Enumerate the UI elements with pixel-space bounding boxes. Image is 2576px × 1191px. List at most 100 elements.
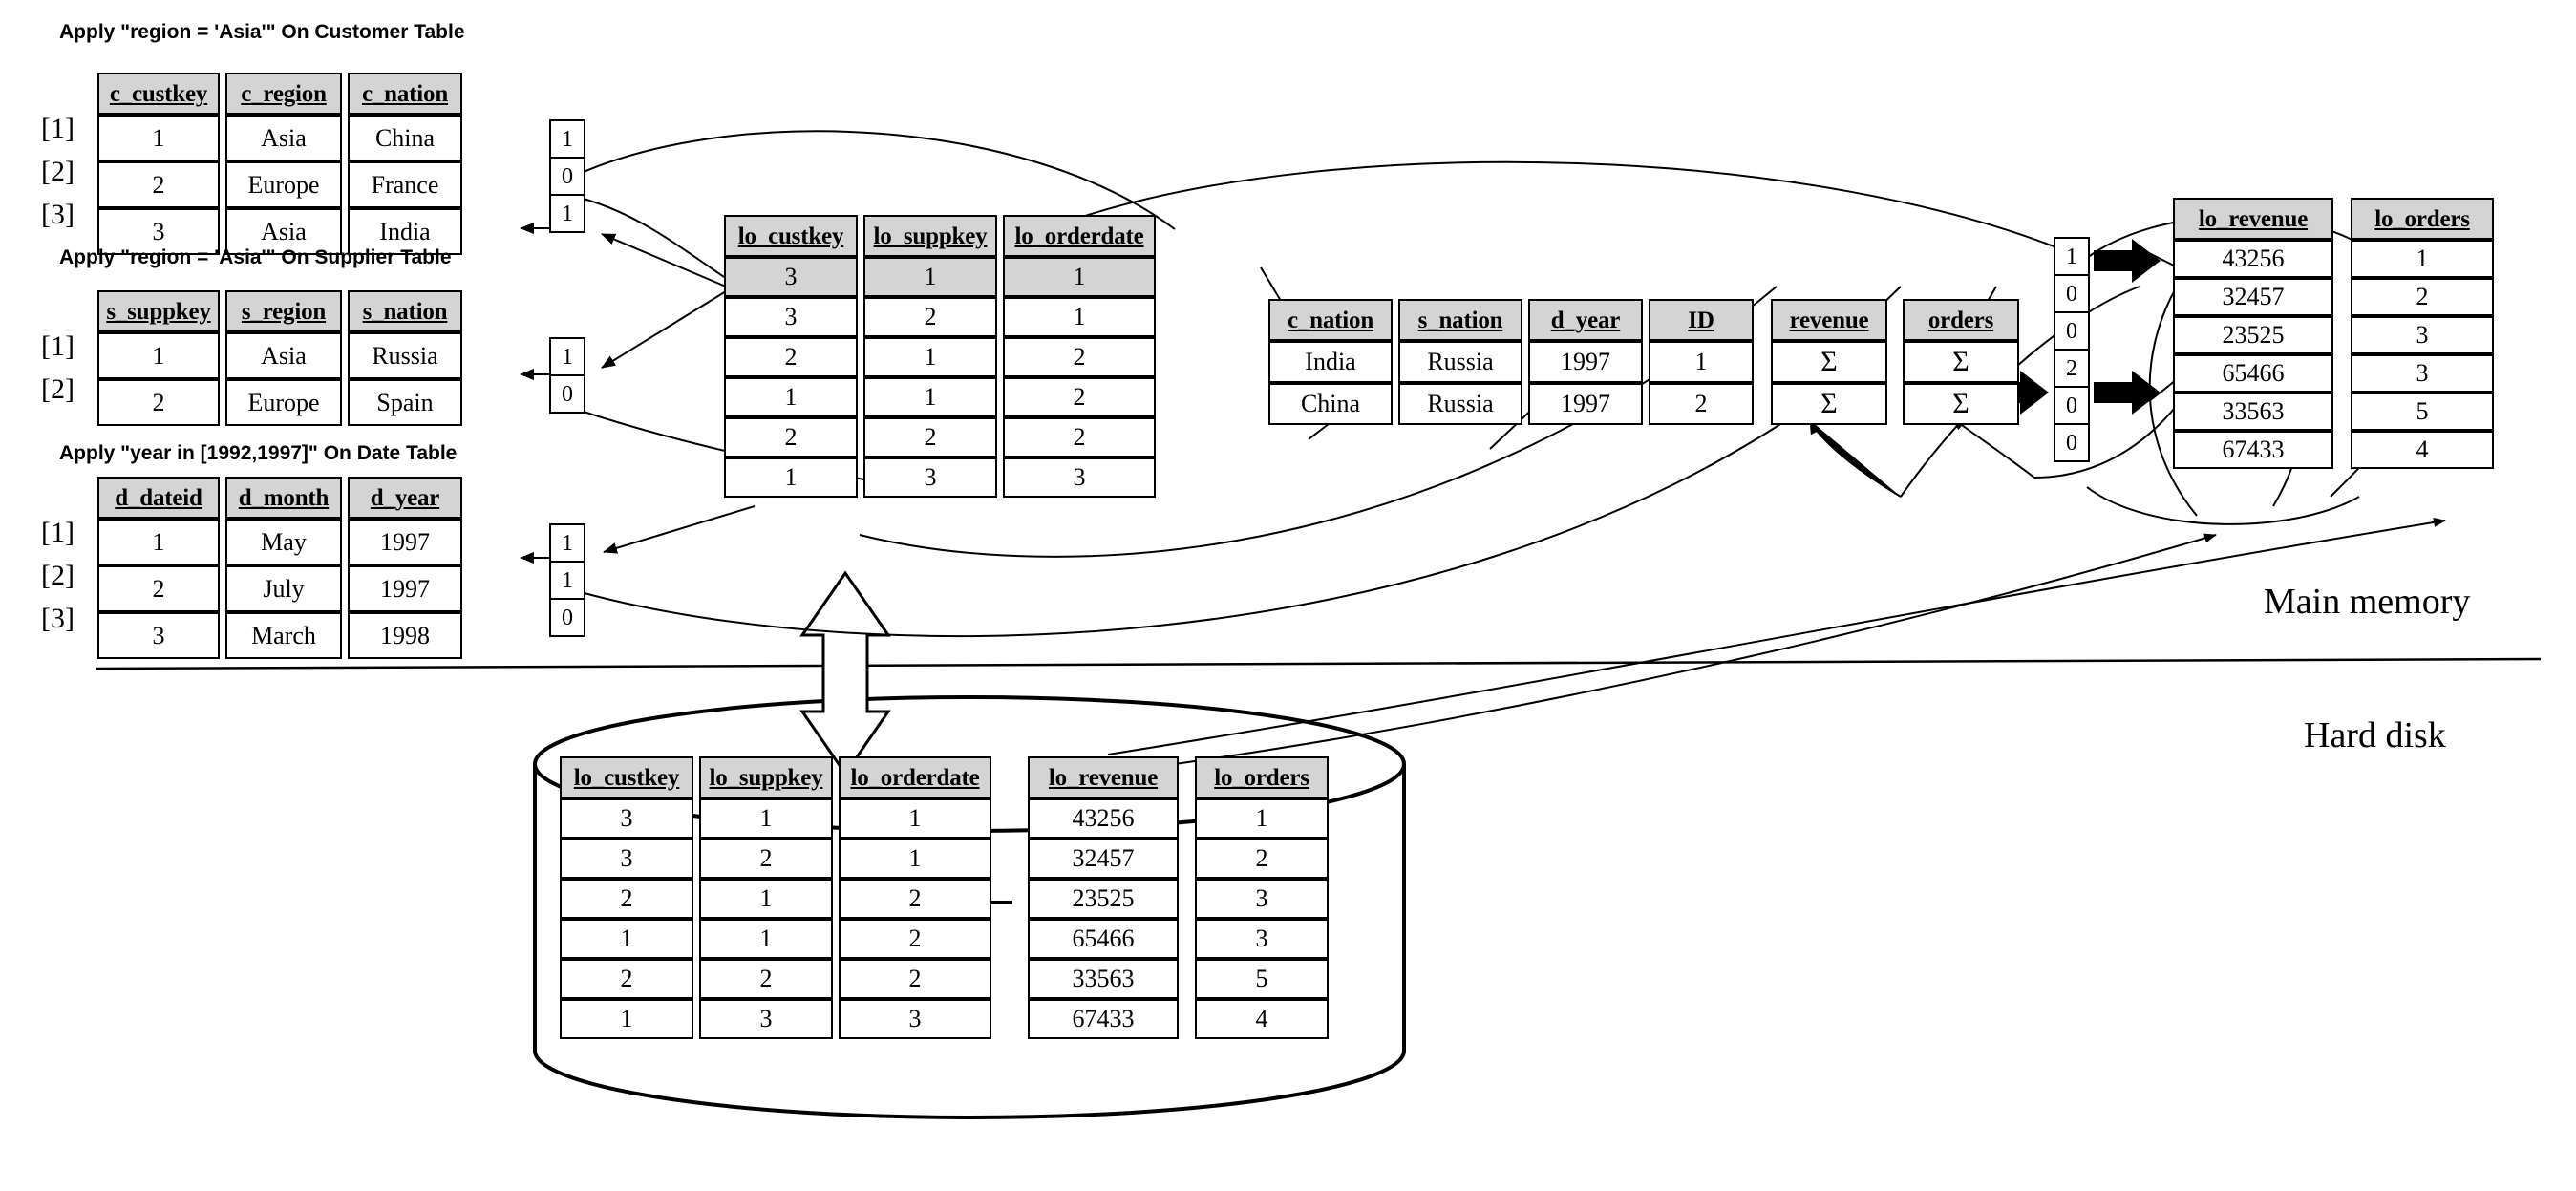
table-row: 1 1 2 [560, 919, 991, 959]
disk-lo-revenue-col-header: lo_revenue [1028, 756, 1179, 798]
connector-right-loop-bottom [2086, 486, 2360, 525]
connector-disk-to-memory-orders [1174, 533, 2217, 765]
cell: 32457 [2173, 278, 2333, 316]
customer-table: c_custkey c_region c_nation 1 Asia China… [92, 73, 468, 255]
table-row: 65466 [1028, 919, 1179, 959]
cell: 3 [560, 798, 693, 839]
bitmap-cell: 0 [2054, 311, 2090, 351]
cell: 43256 [2173, 240, 2333, 278]
supplier-header-row: s_suppkey s_region s_nation [97, 290, 462, 332]
bitmap-cell: 0 [549, 598, 585, 637]
block-arrow-bitmap-to-revenue-1 [2094, 239, 2161, 283]
diagram-canvas: Apply "region = 'Asia'" On Customer Tabl… [0, 0, 2576, 1191]
cell: 1 [863, 337, 997, 377]
fact-col-lo_suppkey: lo_suppkey [863, 215, 997, 257]
cell: 3 [560, 839, 693, 879]
cell: 3 [2351, 354, 2494, 393]
cell: 1 [97, 332, 220, 379]
cell: 2 [699, 839, 833, 879]
customer-row-index-3: [3] [41, 199, 75, 230]
connector-custkey-to-customer-bitmap [572, 195, 725, 278]
lo-orders-header-row: lo_orders [2351, 198, 2494, 240]
cell: 4 [1195, 999, 1329, 1039]
bitmap-row: 0 [549, 374, 585, 414]
main-memory-label: Main memory [2264, 582, 2471, 622]
table-row: 2 1 2 [724, 337, 1156, 377]
customer-bitmap-vector: 1 0 1 [549, 119, 585, 233]
arrow-fact-to-suppbitmap [601, 290, 727, 369]
table-row: 2 [1195, 839, 1329, 879]
date-row-index-3: [3] [41, 603, 75, 634]
groupby-result-table: c_nation s_nation d_year ID India Russia… [1263, 299, 1759, 425]
lo-orders-memory-table: lo_orders 1 2 3 3 5 4 [2345, 198, 2500, 469]
supplier-caption: Apply "region = 'Asia'" On Supplier Tabl… [59, 246, 452, 268]
customer-col-c_region: c_region [225, 73, 342, 115]
table-row: 3 March 1998 [97, 612, 462, 659]
orders-aggregate-table: orders Σ Σ [1897, 299, 2025, 425]
cell: 1997 [348, 565, 462, 612]
lo-revenue-disk-table: lo_revenue 43256 32457 23525 65466 33563… [1022, 756, 1184, 1039]
table-row: 23525 [2173, 316, 2333, 354]
sigma-cell: Σ [1903, 383, 2019, 425]
bitmap-cell: 1 [549, 194, 585, 233]
revenue-header-row: revenue [1771, 299, 1887, 341]
cell: 4 [2351, 431, 2494, 469]
cell: Europe [225, 379, 342, 426]
arrow-to-revenue-sigma-2 [1809, 419, 1902, 498]
cell: 2 [2351, 278, 2494, 316]
bitmap-cell: 1 [2054, 237, 2090, 276]
table-row: China Russia 1997 2 [1268, 383, 1754, 425]
sigma-cell: Σ [1903, 341, 2019, 383]
cell: 1 [699, 879, 833, 919]
table-row: 43256 [2173, 240, 2333, 278]
cell: 67433 [2173, 431, 2333, 469]
table-row: 33563 [1028, 959, 1179, 999]
supplier-bitmap-vector: 1 0 [549, 337, 585, 414]
date-caption: Apply "year in [1992,1997]" On Date Tabl… [59, 442, 458, 464]
supplier-col-s_nation: s_nation [348, 290, 462, 332]
cell: 2 [560, 959, 693, 999]
bitmap-cell: 0 [2054, 274, 2090, 313]
date-col-d_dateid: d_dateid [97, 477, 220, 519]
cell: 2 [699, 959, 833, 999]
cell: 1 [560, 919, 693, 959]
cell: 2 [1649, 383, 1754, 425]
table-row: Σ [1903, 341, 2019, 383]
cell: 33563 [1028, 959, 1179, 999]
table-row: 1 Asia China [97, 115, 462, 161]
disk-lo-orders-header-row: lo_orders [1195, 756, 1329, 798]
fact-col-lo_custkey: lo_custkey [724, 215, 858, 257]
table-row: 3 2 1 [724, 297, 1156, 337]
bitmap-row: 0 [549, 598, 585, 637]
cell: 3 [1195, 919, 1329, 959]
cell: 1 [1195, 798, 1329, 839]
disk-fact-col-lo_custkey: lo_custkey [560, 756, 693, 798]
groupid-bitmap-vector: 1 0 0 2 0 0 [2054, 237, 2090, 462]
cell: 1 [863, 377, 997, 417]
revenue-col-header: revenue [1771, 299, 1887, 341]
cell: Russia [1398, 341, 1522, 383]
cell: 2 [839, 919, 991, 959]
table-row: 1 [2351, 240, 2494, 278]
cell: Asia [225, 115, 342, 161]
groupby-col-s_nation: s_nation [1398, 299, 1522, 341]
bitmap-cell: 0 [2054, 423, 2090, 462]
bitmap-cell: 1 [549, 523, 585, 563]
cell: 43256 [1028, 798, 1179, 839]
revenue-aggregate-table: revenue Σ Σ [1765, 299, 1893, 425]
cell: 2 [1195, 839, 1329, 879]
table-row: 4 [1195, 999, 1329, 1039]
fact-table-memory: lo_custkey lo_suppkey lo_orderdate 3 1 1… [718, 215, 1161, 498]
block-arrow-bitmap-to-revenue-2 [2094, 371, 2161, 415]
table-row: 3 [2351, 354, 2494, 393]
bitmap-cell: 1 [549, 337, 585, 376]
fact-table-disk: lo_custkey lo_suppkey lo_orderdate 3 1 1… [554, 756, 997, 1039]
table-row: 65466 [2173, 354, 2333, 393]
cell: 2 [560, 879, 693, 919]
table-row: 1 3 3 [560, 999, 991, 1039]
date-bitmap-vector: 1 1 0 [549, 523, 585, 637]
table-row: 33563 [2173, 393, 2333, 431]
supplier-col-s_suppkey: s_suppkey [97, 290, 220, 332]
cell: 1 [699, 919, 833, 959]
disk-fact-col-lo_suppkey: lo_suppkey [699, 756, 833, 798]
